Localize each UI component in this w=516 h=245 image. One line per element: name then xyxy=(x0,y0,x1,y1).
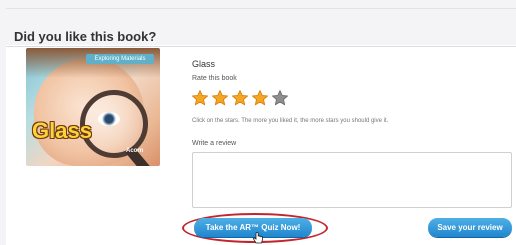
rating-hint: Click on the stars. The more you liked i… xyxy=(192,118,389,124)
cover-publisher-logo: Acorn xyxy=(126,148,144,154)
cover-title-art: Glass xyxy=(32,118,92,143)
cover-series-text: Exploring Materials xyxy=(86,54,154,64)
save-review-button[interactable]: Save your review xyxy=(428,218,512,237)
star-rating[interactable] xyxy=(191,89,291,107)
review-textarea[interactable] xyxy=(192,152,512,208)
star-4-icon[interactable] xyxy=(251,89,269,107)
star-5-icon[interactable] xyxy=(271,89,289,107)
review-label: Write a review xyxy=(192,140,237,147)
book-title: Glass xyxy=(192,59,216,69)
star-2-icon[interactable] xyxy=(211,89,229,107)
star-3-icon[interactable] xyxy=(231,89,249,107)
hand-cursor-icon xyxy=(252,232,263,244)
rate-label: Rate this book xyxy=(192,75,237,82)
divider xyxy=(6,46,516,47)
star-1-icon[interactable] xyxy=(191,89,209,107)
page-title: Did you like this book? xyxy=(14,29,157,44)
book-cover-image: Exploring Materials Glass Acorn xyxy=(26,48,160,166)
